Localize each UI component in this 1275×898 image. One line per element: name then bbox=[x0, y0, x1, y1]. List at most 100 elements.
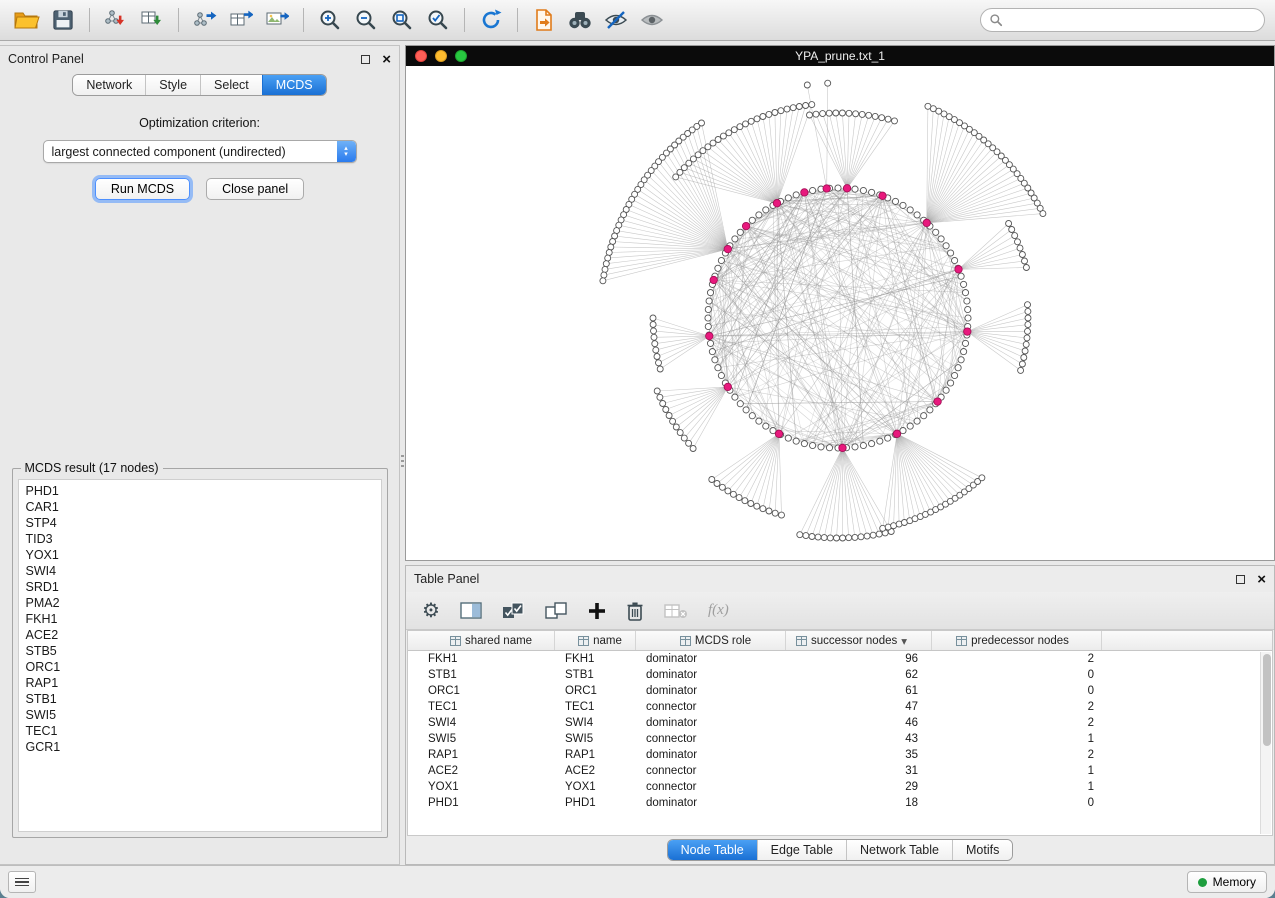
control-panel: Control Panel × Network Style Select MCD… bbox=[0, 45, 400, 865]
network-window-titlebar: YPA_prune.txt_1 bbox=[406, 46, 1274, 66]
zoom-selected-button[interactable] bbox=[421, 5, 455, 35]
function-builder-button[interactable]: f(x) bbox=[708, 602, 729, 619]
create-column-button[interactable] bbox=[588, 602, 606, 620]
select-all-button[interactable] bbox=[502, 602, 525, 620]
export-image-button[interactable] bbox=[260, 5, 294, 35]
cell-mcds-role: dominator bbox=[636, 683, 786, 699]
sort-indicator-icon: ▾ bbox=[901, 634, 907, 648]
list-item[interactable]: TEC1 bbox=[19, 723, 381, 739]
deselect-all-button[interactable] bbox=[545, 602, 568, 620]
zoom-fit-button[interactable] bbox=[385, 5, 419, 35]
list-item[interactable]: PHD1 bbox=[19, 483, 381, 499]
table-row[interactable]: SWI4 SWI4 dominator 46 2 bbox=[408, 715, 1272, 731]
cell-successor-nodes: 35 bbox=[786, 747, 932, 763]
table-row[interactable]: STB1 STB1 dominator 62 0 bbox=[408, 667, 1272, 683]
table-row[interactable]: RAP1 RAP1 dominator 35 2 bbox=[408, 747, 1272, 763]
memory-status-icon bbox=[1198, 878, 1207, 887]
optimization-criterion-select[interactable]: largest connected component (undirected)… bbox=[43, 140, 357, 163]
tab-network[interactable]: Network bbox=[73, 75, 145, 95]
list-item[interactable]: STB1 bbox=[19, 691, 381, 707]
cell-predecessor-nodes: 0 bbox=[932, 683, 1102, 699]
zoom-out-button[interactable] bbox=[349, 5, 383, 35]
close-window-icon[interactable] bbox=[415, 50, 427, 62]
export-network-button[interactable] bbox=[188, 5, 222, 35]
table-row[interactable]: TEC1 TEC1 connector 47 2 bbox=[408, 699, 1272, 715]
close-table-panel-icon[interactable]: × bbox=[1257, 572, 1266, 587]
list-item[interactable]: TID3 bbox=[19, 531, 381, 547]
table-row[interactable]: FKH1 FKH1 dominator 96 2 bbox=[408, 651, 1272, 667]
cell-name: STB1 bbox=[555, 667, 636, 683]
close-panel-button[interactable]: Close panel bbox=[206, 178, 304, 200]
minimize-window-icon[interactable] bbox=[435, 50, 447, 62]
tab-motifs[interactable]: Motifs bbox=[952, 840, 1012, 860]
list-item[interactable]: SWI5 bbox=[19, 707, 381, 723]
list-item[interactable]: FKH1 bbox=[19, 611, 381, 627]
column-header-mcds-role[interactable]: MCDS role bbox=[636, 631, 786, 650]
open-session-button[interactable] bbox=[10, 5, 44, 35]
list-item[interactable]: GCR1 bbox=[19, 739, 381, 755]
float-table-panel-icon[interactable] bbox=[1236, 575, 1245, 584]
table-row[interactable]: ORC1 ORC1 dominator 61 0 bbox=[408, 683, 1272, 699]
close-panel-icon[interactable]: × bbox=[382, 52, 391, 67]
panel-splitter[interactable] bbox=[400, 45, 405, 865]
table-settings-button[interactable]: ⚙ bbox=[422, 601, 440, 621]
cell-mcds-role: connector bbox=[636, 779, 786, 795]
network-search-button[interactable] bbox=[563, 5, 597, 35]
list-item[interactable]: ACE2 bbox=[19, 627, 381, 643]
import-network-button[interactable] bbox=[99, 5, 133, 35]
apply-layout-button[interactable] bbox=[474, 5, 508, 35]
list-item[interactable]: SRD1 bbox=[19, 579, 381, 595]
delete-column-button[interactable] bbox=[626, 601, 644, 621]
status-menu-button[interactable] bbox=[8, 871, 36, 893]
column-header-successor-nodes[interactable]: successor nodes ▾ bbox=[786, 631, 932, 650]
column-header-name[interactable]: name bbox=[555, 631, 636, 650]
column-type-icon bbox=[680, 636, 691, 646]
column-header-shared-name[interactable]: shared name bbox=[420, 631, 555, 650]
scrollbar-thumb[interactable] bbox=[1263, 654, 1271, 746]
save-session-button[interactable] bbox=[46, 5, 80, 35]
table-row[interactable]: ACE2 ACE2 connector 31 1 bbox=[408, 763, 1272, 779]
tab-node-table[interactable]: Node Table bbox=[668, 840, 757, 860]
cell-predecessor-nodes: 1 bbox=[932, 779, 1102, 795]
status-bar: Memory bbox=[0, 865, 1275, 898]
graphics-details-button[interactable] bbox=[599, 5, 633, 35]
list-item[interactable]: STP4 bbox=[19, 515, 381, 531]
table-row[interactable]: PHD1 PHD1 dominator 18 0 bbox=[408, 795, 1272, 811]
tab-edge-table[interactable]: Edge Table bbox=[757, 840, 846, 860]
main-area: Control Panel × Network Style Select MCD… bbox=[0, 41, 1275, 865]
table-tabbar: Node Table Edge Table Network Table Moti… bbox=[406, 836, 1274, 864]
table-header-row: shared name name MCDS role successo bbox=[408, 631, 1272, 651]
tab-network-table[interactable]: Network Table bbox=[846, 840, 952, 860]
toggle-visibility-button[interactable] bbox=[635, 5, 669, 35]
list-item[interactable]: STB5 bbox=[19, 643, 381, 659]
list-item[interactable]: PMA2 bbox=[19, 595, 381, 611]
cell-name: RAP1 bbox=[555, 747, 636, 763]
run-mcds-button[interactable]: Run MCDS bbox=[95, 178, 190, 200]
delete-table-button[interactable] bbox=[664, 602, 688, 620]
cell-successor-nodes: 18 bbox=[786, 795, 932, 811]
cell-successor-nodes: 61 bbox=[786, 683, 932, 699]
zoom-in-button[interactable] bbox=[313, 5, 347, 35]
select-all-icon bbox=[502, 602, 525, 620]
table-row[interactable]: YOX1 YOX1 connector 29 1 bbox=[408, 779, 1272, 795]
search-input[interactable] bbox=[1008, 13, 1256, 27]
list-item[interactable]: YOX1 bbox=[19, 547, 381, 563]
table-row[interactable]: SWI5 SWI5 connector 43 1 bbox=[408, 731, 1272, 747]
export-table-button[interactable] bbox=[224, 5, 258, 35]
import-public-database-button[interactable] bbox=[527, 5, 561, 35]
maximize-window-icon[interactable] bbox=[455, 50, 467, 62]
tab-style[interactable]: Style bbox=[145, 75, 200, 95]
toolbar-divider bbox=[517, 8, 518, 32]
column-panel-button[interactable] bbox=[460, 601, 482, 620]
list-item[interactable]: CAR1 bbox=[19, 499, 381, 515]
network-canvas[interactable] bbox=[406, 66, 1274, 560]
import-table-button[interactable] bbox=[135, 5, 169, 35]
list-item[interactable]: RAP1 bbox=[19, 675, 381, 691]
memory-button[interactable]: Memory bbox=[1187, 871, 1267, 893]
list-item[interactable]: ORC1 bbox=[19, 659, 381, 675]
column-header-predecessor-nodes[interactable]: predecessor nodes bbox=[932, 631, 1102, 650]
list-item[interactable]: SWI4 bbox=[19, 563, 381, 579]
tab-mcds[interactable]: MCDS bbox=[262, 75, 326, 95]
float-panel-icon[interactable] bbox=[361, 55, 370, 64]
tab-select[interactable]: Select bbox=[200, 75, 262, 95]
